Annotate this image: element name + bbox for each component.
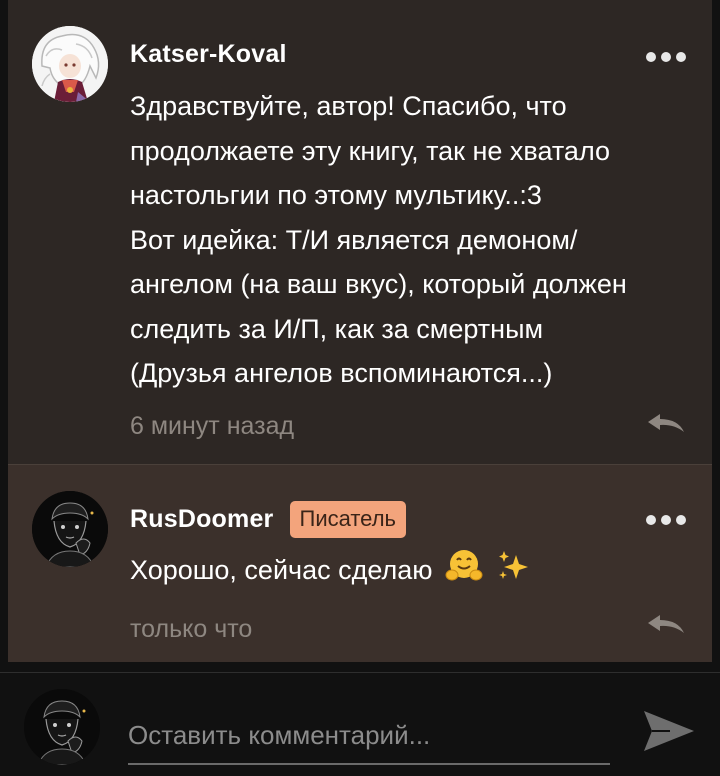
reply-icon[interactable] [646,613,686,635]
comment-text-line: настольгии по этому мультику..:3 [130,180,542,210]
comment-composer [0,673,720,776]
comment-rusdoomer: RusDoomer Писатель Хорошо, сейчас сделаю [8,464,712,662]
author-row: Katser-Koval [130,40,287,69]
comment-input[interactable] [128,707,610,765]
comment-timestamp: только что [130,615,253,643]
comment-text: Хорошо, сейчас сделаю [130,547,690,593]
comments-screen: Katser-Koval Здравствуйте, автор! Спасиб… [0,0,720,776]
more-options-icon[interactable] [646,515,686,525]
avatar-katser-koval[interactable] [32,26,108,102]
comment-text-line: (Друзья ангелов вспоминаются...) [130,358,553,388]
send-arrow-icon[interactable] [640,703,696,759]
anime-girl-avatar-icon [32,26,108,102]
more-options-icon[interactable] [646,52,686,62]
author-row: RusDoomer Писатель [130,501,406,538]
comment-text-line: Вот идейка: Т/И является демоном/ [130,224,578,255]
comment-text-line: Здравствуйте, автор! Спасибо, что [130,91,567,121]
author-name[interactable]: Katser-Koval [130,40,287,69]
dark-sketch-avatar-icon [32,491,108,567]
author-name[interactable]: RusDoomer [130,505,274,534]
comment-text-line: продолжаете эту книгу, так не хватало [130,135,611,166]
comment-katser-koval: Katser-Koval Здравствуйте, автор! Спасиб… [8,0,712,464]
comment-text: Здравствуйте, автор! Спасибо, что продол… [130,84,690,396]
hugging-face-emoji-icon [445,550,483,581]
reply-icon[interactable] [646,412,686,434]
comment-text-line: следить за И/П, как за смертным [130,313,544,344]
avatar-rusdoomer[interactable] [32,491,108,567]
comment-timestamp: 6 минут назад [130,412,295,440]
comment-text-line: ангелом (на ваш вкус), который должен [130,269,627,299]
comment-text-line: Хорошо, сейчас сделаю [130,555,433,585]
dark-sketch-avatar-icon [24,689,100,765]
user-avatar[interactable] [24,689,100,765]
writer-badge: Писатель [289,501,406,538]
sparkles-emoji-icon [498,551,528,579]
